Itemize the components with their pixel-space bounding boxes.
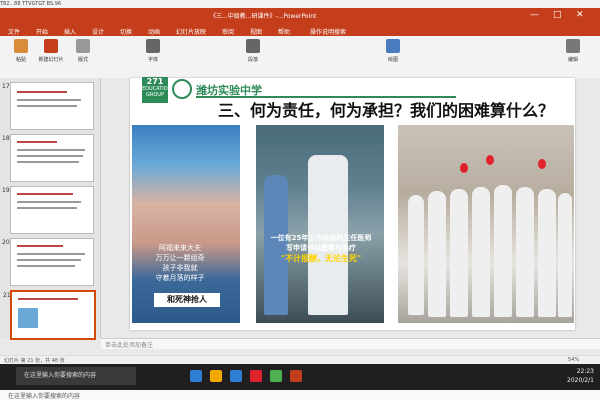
new-slide-button[interactable]: 新建幻灯片 (38, 39, 64, 75)
notes-pane[interactable]: 单击此处添加备注 (101, 338, 600, 349)
menu-help[interactable]: 帮助 (278, 27, 290, 36)
slide-thumbnail[interactable]: 20 (2, 238, 94, 286)
font-label: 字体 (147, 57, 158, 63)
bottom-search-bar[interactable]: 在这里输入你要搜索的内容 (0, 390, 600, 400)
top-info-bar: T82...88 TTVGTGT BS.96 (0, 0, 600, 8)
minimize-button[interactable]: — (530, 10, 539, 20)
document-title: 《三...中级教...研课件》-...PowerPoint (210, 13, 317, 20)
clipboard-icon (14, 39, 28, 53)
notes-placeholder: 单击此处添加备注 (105, 342, 154, 349)
slide-thumbnail[interactable]: 18 (2, 134, 94, 182)
doctor-photo-quote: "不计报酬，无论生死" (280, 254, 362, 263)
paragraph-icon (246, 39, 260, 53)
slide-thumbnail-selected[interactable]: 21 (3, 290, 96, 340)
school-seal-icon (172, 79, 192, 99)
menu-animations[interactable]: 动画 (148, 27, 160, 36)
slide-number: 17 (2, 83, 10, 90)
slide-heading: 三、何为责任，何为承担？我们的困难算什么？ (218, 101, 555, 120)
menu-slideshow[interactable]: 幻灯片放映 (176, 27, 206, 36)
file-explorer-icon[interactable] (210, 370, 222, 382)
menu-insert[interactable]: 插入 (64, 27, 76, 36)
doctor-photo-caption: 一位有25年工作经验的主任医师 写申请书自愿参与治疗 (270, 234, 372, 252)
powerpoint-icon[interactable] (290, 370, 302, 382)
slide-number: 20 (2, 239, 10, 246)
paragraph-group[interactable]: 段落 (240, 39, 266, 75)
drawing-group[interactable]: 绘图 (380, 39, 406, 75)
paste-button[interactable]: 粘贴 (8, 39, 34, 75)
logo-number: 271 (146, 77, 164, 86)
menu-search[interactable]: 操作说明搜索 (310, 27, 346, 36)
slide-number: 18 (2, 135, 10, 142)
layout-label: 版式 (77, 57, 88, 63)
slide-number: 19 (2, 187, 10, 194)
education-group-logo: 271 EDUCATION GROUP (142, 77, 172, 103)
zoom-level[interactable]: 54% (568, 357, 579, 363)
slide-thumbnail-pane: 17 18 19 20 21 (0, 78, 101, 340)
slide-thumbnail[interactable]: 19 (2, 186, 94, 234)
edge-icon[interactable] (230, 370, 242, 382)
menu-transitions[interactable]: 切换 (120, 27, 132, 36)
task-view-icon[interactable] (190, 370, 202, 382)
chat-icon[interactable] (270, 370, 282, 382)
editing-label: 编辑 (567, 57, 578, 63)
clock-date: 2020/2/1 (567, 377, 594, 384)
nurse-photo-banner: 和死神抢人 (154, 293, 220, 307)
drawing-label: 绘图 (387, 57, 398, 63)
slide-thumbnail[interactable]: 17 (2, 82, 94, 130)
menu-bar: 文件 开始 插入 设计 切换 动画 幻灯片放映 审阅 视图 帮助 操作说明搜索 (0, 25, 600, 36)
nurse-photo-caption: 阿福来来大夫 万万让一颗组奇 孩子非我就 守着月落的样子 (155, 244, 205, 282)
slide-counter: 幻灯片 第 21 张，共 48 张 (4, 358, 65, 364)
layout-button[interactable]: 版式 (70, 39, 96, 75)
close-button[interactable]: ✕ (576, 10, 584, 20)
nurse-photo: 阿福来来大夫 万万让一颗组奇 孩子非我就 守着月落的样子 和死神抢人 (132, 125, 240, 323)
title-bar: 《三...中级教...研课件》-...PowerPoint — □ ✕ (0, 8, 600, 25)
menu-design[interactable]: 设计 (92, 27, 104, 36)
menu-home[interactable]: 开始 (36, 27, 48, 36)
logo-subtitle: EDUCATION GROUP (142, 86, 172, 98)
taskbar-search-input[interactable]: 在这里输入你要搜索的内容 (16, 367, 136, 385)
clock-time: 22:23 (576, 368, 594, 375)
new-slide-icon (44, 39, 58, 53)
shapes-icon (386, 39, 400, 53)
menu-view[interactable]: 视图 (250, 27, 262, 36)
taskbar: 在这里输入你要搜索的内容 22:23 2020/2/1 (0, 364, 600, 390)
taskbar-clock[interactable]: 22:23 2020/2/1 (567, 367, 594, 385)
menu-file[interactable]: 文件 (8, 27, 20, 36)
top-info-text: T82...88 TTVGTGT BS.96 (0, 1, 62, 7)
font-group[interactable]: 字体 (140, 39, 166, 75)
bottom-search-text: 在这里输入你要搜索的内容 (8, 393, 81, 400)
maximize-button[interactable]: □ (553, 10, 562, 20)
paragraph-label: 段落 (247, 57, 258, 63)
editing-group[interactable]: 编辑 (560, 39, 586, 75)
menu-review[interactable]: 审阅 (222, 27, 234, 36)
app-icon[interactable] (250, 370, 262, 382)
font-icon (146, 39, 160, 53)
find-icon (566, 39, 580, 53)
medical-team-photo (398, 125, 574, 323)
doctor-photo: 一位有25年工作经验的主任医师 写申请书自愿参与治疗 "不计报酬，无论生死" (256, 125, 384, 323)
paste-label: 粘贴 (15, 57, 26, 63)
new-slide-label: 新建幻灯片 (38, 57, 64, 63)
layout-icon (76, 39, 90, 53)
slide-number: 21 (3, 292, 11, 299)
ribbon: 粘贴 新建幻灯片 版式 字体 段落 绘图 编辑 (0, 36, 600, 79)
